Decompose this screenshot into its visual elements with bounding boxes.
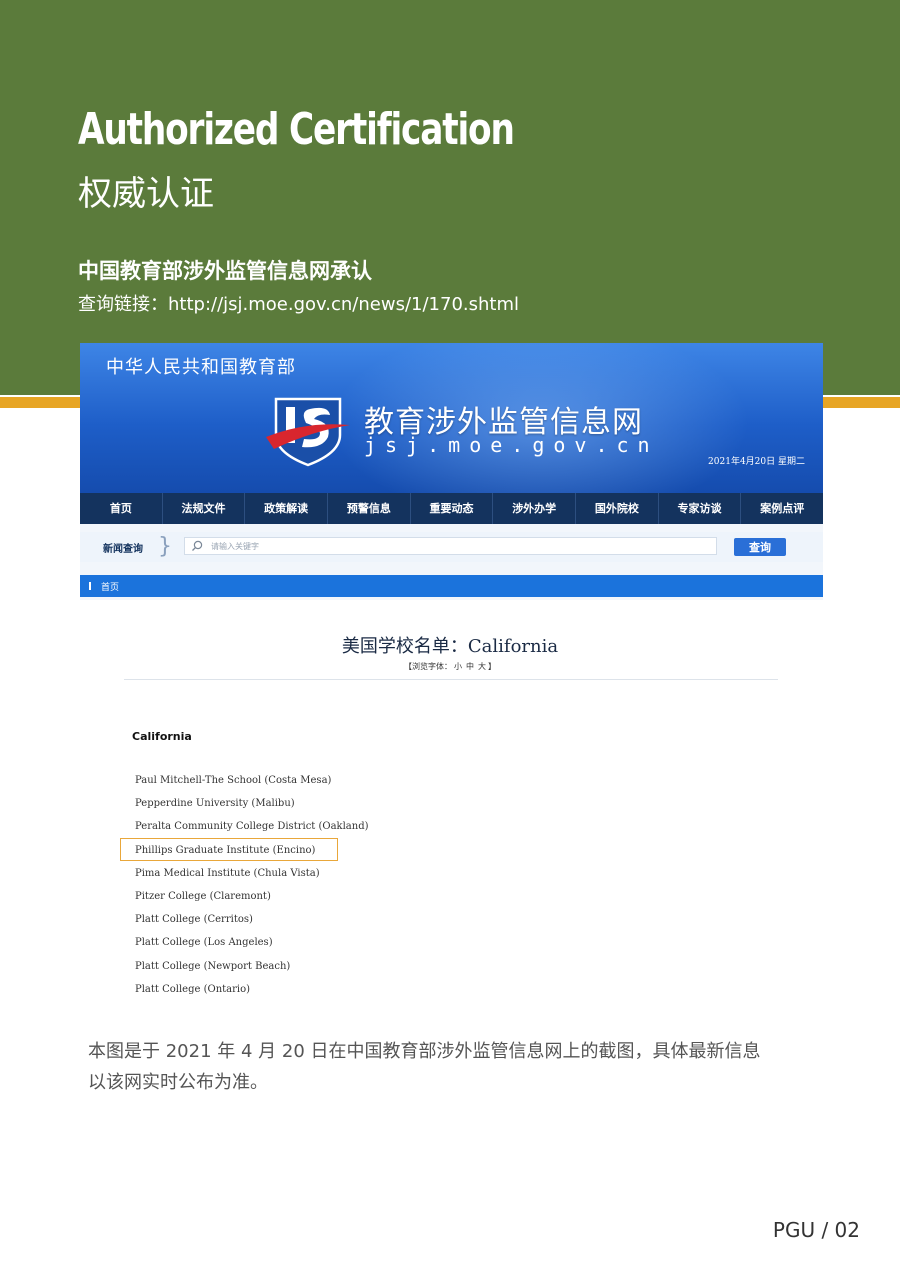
search-input[interactable] bbox=[184, 537, 717, 555]
list-item: Platt College (Ontario) bbox=[135, 983, 251, 995]
site-date: 2021年4月20日 星期二 bbox=[708, 457, 805, 467]
school-list: Paul Mitchell-The School (Costa Mesa) Pe… bbox=[135, 772, 369, 1004]
list-item: Pitzer College (Claremont) bbox=[135, 890, 271, 902]
ministry-name: 中华人民共和国教育部 bbox=[106, 357, 296, 378]
breadcrumb-marker bbox=[89, 582, 91, 590]
query-link[interactable]: 查询链接：http://jsj.moe.gov.cn/news/1/170.sh… bbox=[78, 290, 519, 316]
caption-line-1: 本图是于 2021 年 4 月 20 日在中国教育部涉外监管信息网上的截图，具体… bbox=[88, 1041, 761, 1062]
list-item: Platt College (Los Angeles) bbox=[135, 937, 273, 949]
brace-divider-icon: } bbox=[158, 534, 172, 559]
caption-line-2: 以该网实时公布为准。 bbox=[88, 1072, 268, 1093]
font-size-switcher: 【浏览字体：小中大】 bbox=[0, 661, 900, 672]
caption: 本图是于 2021 年 4 月 20 日在中国教育部涉外监管信息网上的截图，具体… bbox=[88, 1036, 828, 1098]
divider bbox=[124, 679, 778, 680]
gold-accent-right bbox=[822, 397, 900, 408]
school-list-title: 美国学校名单：California bbox=[341, 636, 559, 657]
section-subtitle: 中国教育部涉外监管信息网承认 bbox=[78, 259, 372, 283]
font-size-large[interactable]: 大 bbox=[478, 662, 486, 671]
list-item: Platt College (Newport Beach) bbox=[135, 960, 291, 972]
list-item: Pepperdine University (Malibu) bbox=[135, 798, 295, 810]
jsj-logo-icon bbox=[266, 397, 350, 467]
list-item: Pima Medical Institute (Chula Vista) bbox=[135, 867, 320, 879]
highlight-box bbox=[120, 838, 338, 861]
nav-item-home[interactable]: 首页 bbox=[80, 493, 163, 524]
gold-accent-left bbox=[0, 397, 80, 408]
search-icon bbox=[192, 540, 203, 551]
search-button[interactable]: 查询 bbox=[734, 538, 786, 556]
nav-item-regulations[interactable]: 法规文件 bbox=[163, 493, 246, 524]
state-heading: California bbox=[132, 730, 192, 743]
list-item: Paul Mitchell-The School (Costa Mesa) bbox=[135, 775, 332, 786]
font-size-small[interactable]: 小 bbox=[454, 662, 462, 671]
site-nav: 首页 法规文件 政策解读 预警信息 重要动态 涉外办学 国外院校 专家访谈 案例… bbox=[80, 493, 823, 524]
nav-item-cooperative-schools[interactable]: 涉外办学 bbox=[493, 493, 577, 524]
news-search-bar: 新闻查询 } 查询 bbox=[80, 532, 823, 562]
nav-item-interviews[interactable]: 专家访谈 bbox=[659, 493, 742, 524]
page-title-zh: 权威认证 bbox=[78, 174, 214, 214]
list-item: Platt College (Cerritos) bbox=[135, 914, 253, 926]
site-banner: 中华人民共和国教育部 教育涉外监管信息网 jsj.moe.gov.cn 2021… bbox=[80, 343, 823, 493]
nav-item-warnings[interactable]: 预警信息 bbox=[328, 493, 411, 524]
page-number: PGU / 02 bbox=[772, 1218, 860, 1242]
page-title: Authorized Certification bbox=[78, 104, 515, 155]
nav-item-news[interactable]: 重要动态 bbox=[411, 493, 494, 524]
font-size-prefix: 【浏览字体： bbox=[404, 662, 452, 671]
breadcrumb-home[interactable]: 首页 bbox=[101, 580, 119, 593]
font-size-medium[interactable]: 中 bbox=[466, 662, 474, 671]
font-size-suffix: 】 bbox=[488, 662, 496, 671]
nav-item-policy[interactable]: 政策解读 bbox=[245, 493, 329, 524]
nav-item-foreign-schools[interactable]: 国外院校 bbox=[576, 493, 659, 524]
website-screenshot: 中华人民共和国教育部 教育涉外监管信息网 jsj.moe.gov.cn 2021… bbox=[80, 343, 823, 600]
nav-item-cases[interactable]: 案例点评 bbox=[741, 493, 823, 524]
breadcrumb: 首页 bbox=[80, 575, 823, 597]
news-query-label: 新闻查询 bbox=[103, 544, 143, 555]
site-url: jsj.moe.gov.cn bbox=[364, 433, 659, 457]
